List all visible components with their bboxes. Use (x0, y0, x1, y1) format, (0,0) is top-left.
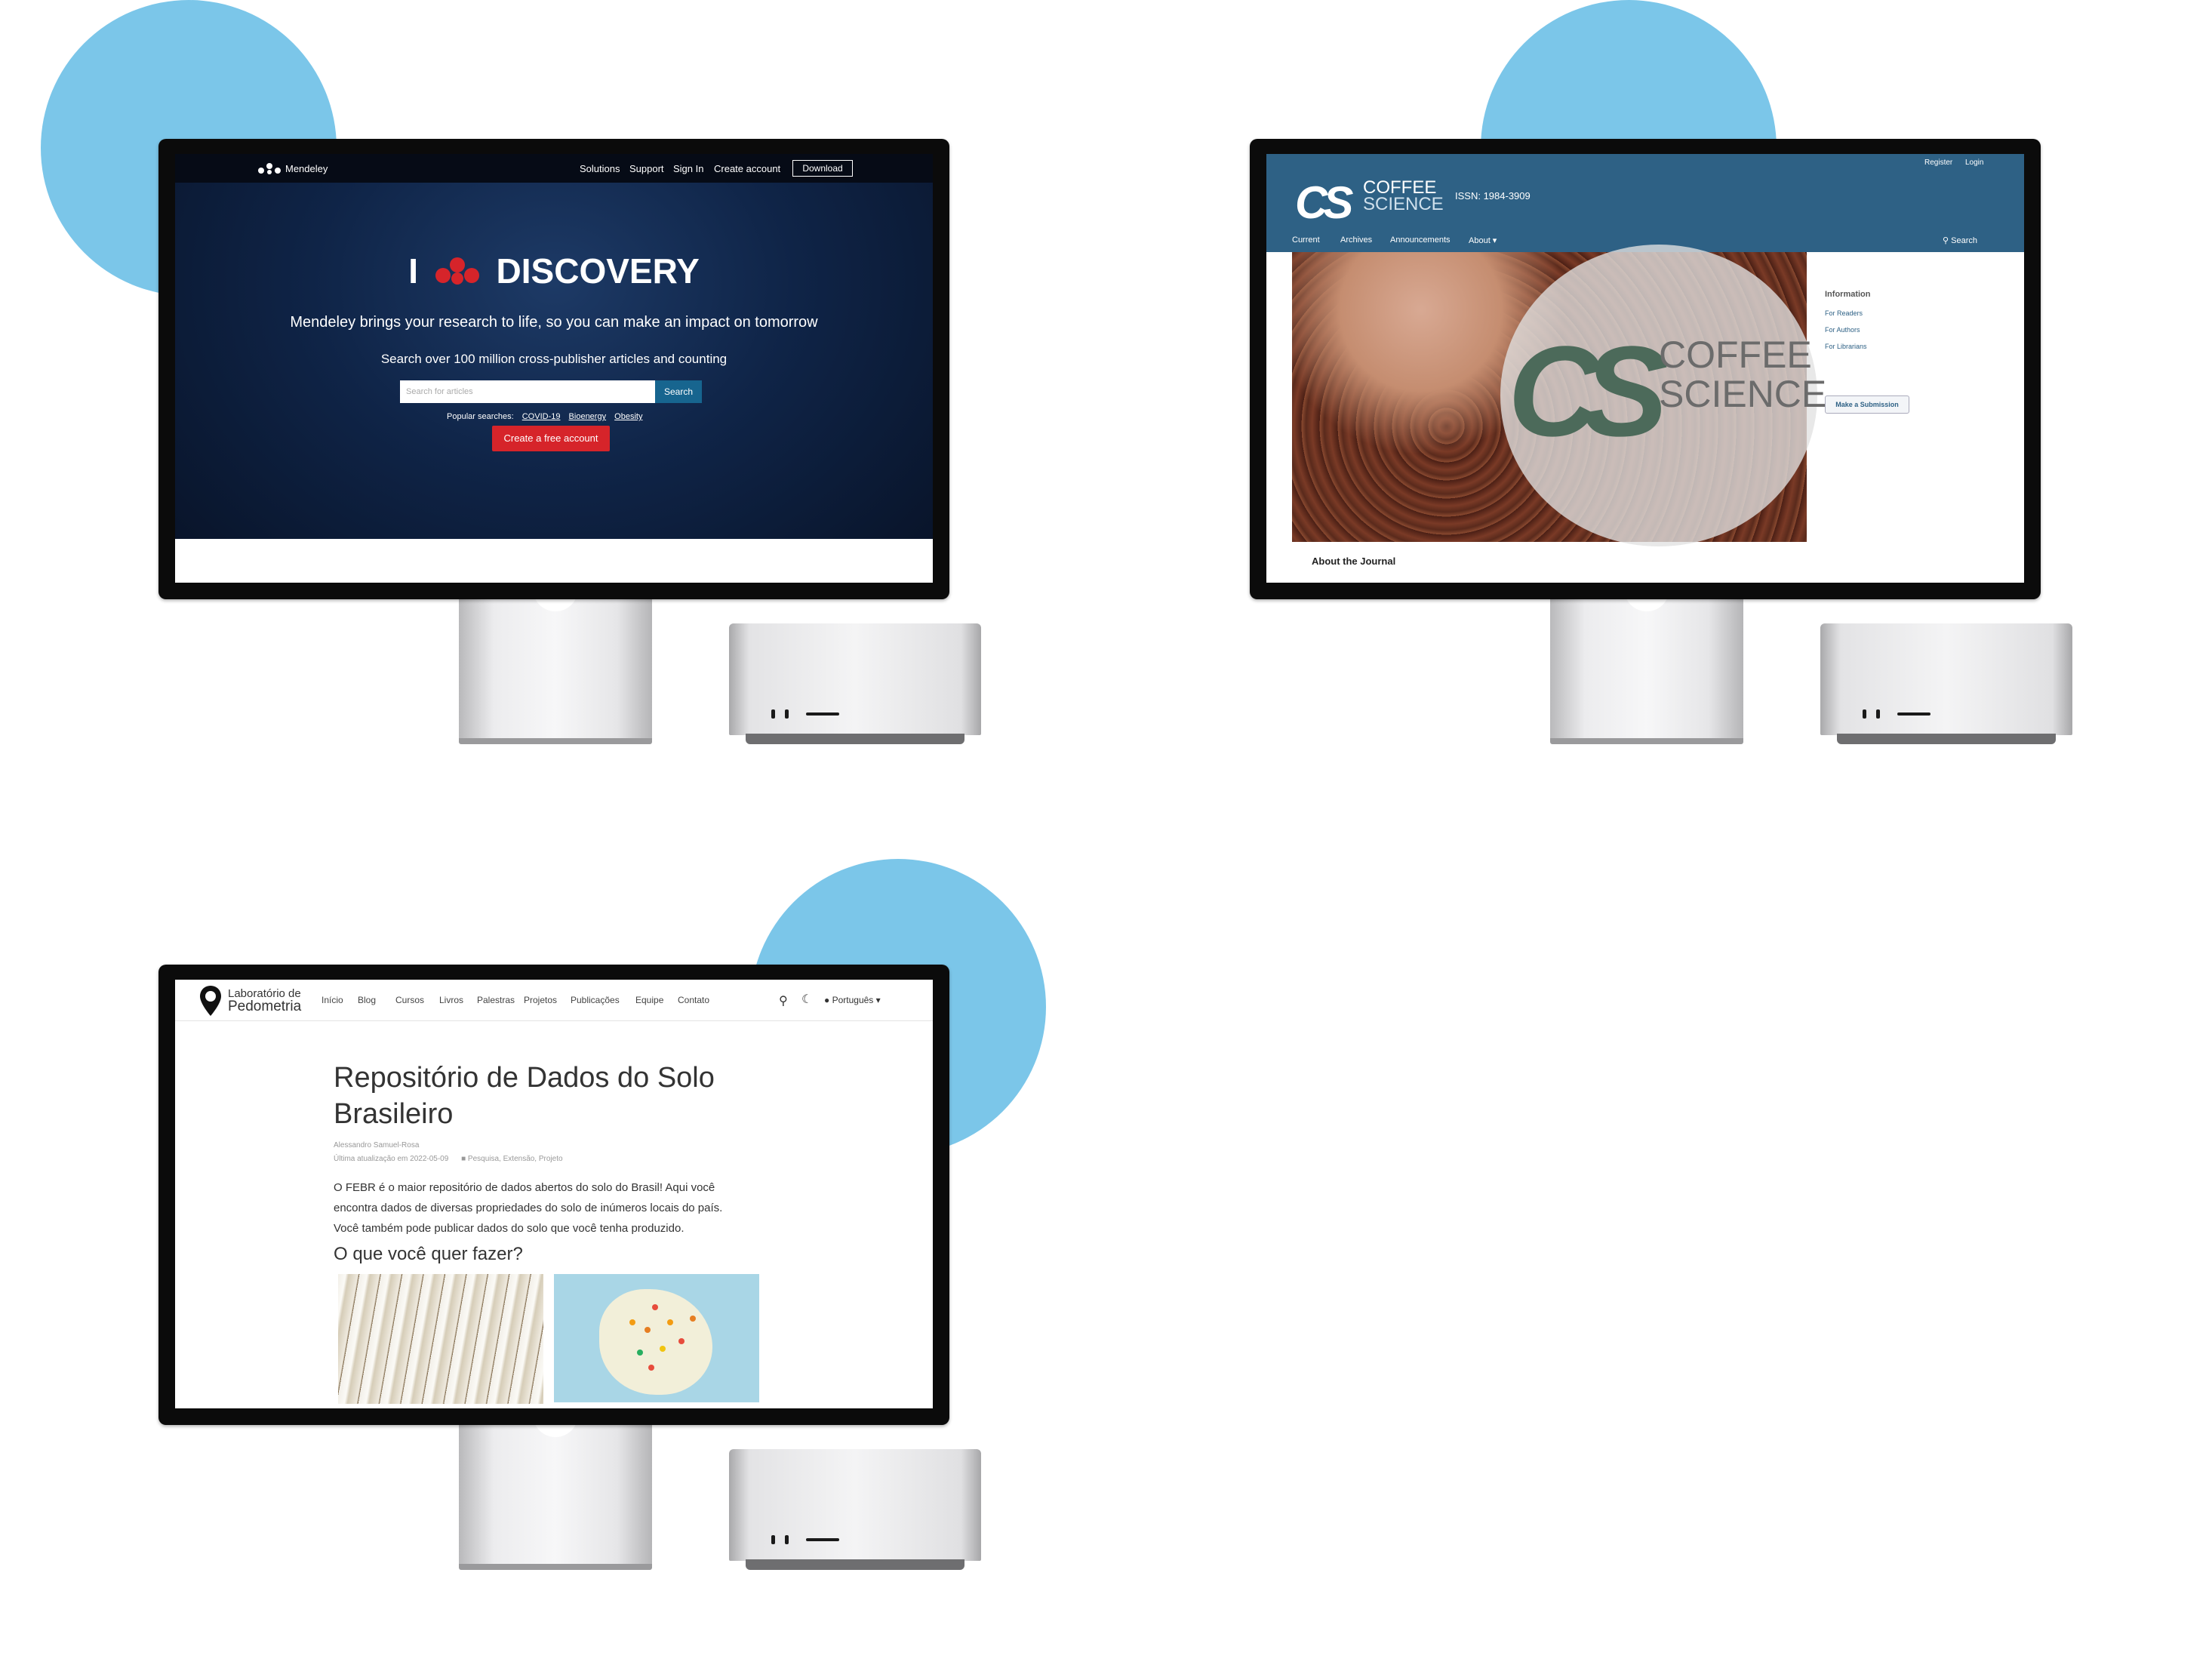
nav-create-account[interactable]: Create account (714, 163, 780, 174)
nav-contato[interactable]: Contato (678, 995, 709, 1005)
create-free-account-button[interactable]: Create a free account (492, 426, 610, 451)
post-categories[interactable]: Pesquisa, Extensão, Projeto (468, 1155, 563, 1163)
nav-sign-in[interactable]: Sign In (673, 163, 703, 174)
nav-projetos[interactable]: Projetos (524, 995, 557, 1005)
mac-studio (1820, 623, 2072, 744)
monitor-stand (459, 1414, 652, 1570)
updated-date: Última atualização em 2022-05-09 (334, 1155, 449, 1163)
sidebar-link-authors[interactable]: For Authors (1825, 326, 1871, 334)
about-journal-heading: About the Journal (1312, 556, 1396, 567)
nav-blog[interactable]: Blog (358, 995, 376, 1005)
sidebar-link-readers[interactable]: For Readers (1825, 309, 1871, 317)
mendeley-tagline: Mendeley brings your research to life, s… (290, 314, 818, 331)
dark-mode-moon-icon[interactable]: ☾ (801, 992, 812, 1007)
mac-studio (729, 1449, 981, 1570)
folder-icon: ■ (461, 1155, 466, 1163)
search-heading: Search over 100 million cross-publisher … (380, 352, 728, 366)
nav-cursos[interactable]: Cursos (395, 995, 424, 1005)
popular-link[interactable]: Bioenergy (569, 412, 607, 421)
article-search-input[interactable]: Search for articles (400, 380, 655, 403)
nav-palestras[interactable]: Palestras (477, 995, 515, 1005)
monitor-mendeley: Mendeley Solutions Support Sign In Creat… (158, 139, 949, 599)
search-icon: ⚲ (1943, 236, 1952, 245)
login-link[interactable]: Login (1965, 158, 1983, 167)
issn: ISSN: 1984-3909 (1455, 190, 1531, 202)
globe-icon: ● (824, 995, 832, 1005)
pedometria-screen: Laboratório de Pedometria Início Blog Cu… (175, 980, 933, 1408)
search-button[interactable]: Search (655, 380, 702, 403)
nav-publicacoes[interactable]: Publicações (571, 995, 620, 1005)
map-pin-logo-icon[interactable] (198, 984, 223, 1021)
mendeley-brand[interactable]: Mendeley (285, 163, 328, 174)
mendeley-screen: Mendeley Solutions Support Sign In Creat… (175, 154, 933, 583)
monitor-coffee-science: CS COFFEE SCIENCE ISSN: 1984-3909 Regist… (1250, 139, 2041, 599)
post-meta: Última atualização em 2022-05-09 ■ Pesqu… (334, 1155, 563, 1163)
search-icon[interactable]: ⚲ (779, 993, 788, 1008)
post-author[interactable]: Alessandro Samuel-Rosa (334, 1141, 419, 1149)
page-footer-strip (175, 539, 933, 583)
popular-label: Popular searches: (447, 412, 514, 421)
sidebar-link-librarians[interactable]: For Librarians (1825, 343, 1871, 350)
file-drawer-image[interactable] (338, 1274, 543, 1404)
page-title: Repositório de Dados do Solo Brasileiro (334, 1062, 715, 1130)
nav-current[interactable]: Current (1292, 235, 1320, 245)
hero-logo-coffee: COFFEE (1659, 334, 1812, 376)
hero-logo-science: SCIENCE (1659, 373, 1827, 415)
download-button[interactable]: Download (792, 160, 853, 177)
hero-title: I DISCOVERY (175, 251, 933, 291)
make-submission-button[interactable]: Make a Submission (1825, 395, 1909, 414)
nav-archives[interactable]: Archives (1340, 235, 1372, 245)
hero-word: DISCOVERY (496, 251, 700, 291)
brand-bottom: Pedometria (228, 999, 302, 1014)
nav-about[interactable]: About ▾ (1469, 235, 1497, 245)
pedometria-brand[interactable]: Laboratório de Pedometria (228, 987, 302, 1014)
popular-searches: Popular searches: COVID-19 Bioenergy Obe… (447, 412, 642, 421)
section-heading: O que você quer fazer? (334, 1244, 523, 1264)
nav-solutions[interactable]: Solutions (580, 163, 620, 174)
coffee-beans-hero: CS COFFEE SCIENCE (1292, 245, 1826, 546)
nav-inicio[interactable]: Início (321, 995, 343, 1005)
hero-logo-circle: CS COFFEE SCIENCE (1500, 245, 1826, 546)
mendeley-logo-icon[interactable] (257, 162, 282, 175)
coffee-logo[interactable]: CS COFFEE SCIENCE (1295, 177, 1444, 229)
hero-cs-logo: CS (1508, 320, 1668, 463)
brazil-map-image[interactable] (554, 1274, 759, 1402)
nav-support[interactable]: Support (629, 163, 664, 174)
language-selector[interactable]: ● Português ▾ (824, 995, 881, 1005)
nav-livros[interactable]: Livros (439, 995, 463, 1005)
coffee-screen: CS COFFEE SCIENCE ISSN: 1984-3909 Regist… (1266, 154, 2024, 583)
popular-link[interactable]: COVID-19 (522, 412, 561, 421)
post-body: O FEBR é o maior repositório de dados ab… (334, 1181, 723, 1235)
monitor-pedometria: Laboratório de Pedometria Início Blog Cu… (158, 965, 949, 1425)
nav-equipe[interactable]: Equipe (635, 995, 663, 1005)
logo-science: SCIENCE (1363, 194, 1444, 214)
search-link[interactable]: ⚲ Search (1943, 235, 1977, 245)
sidebar-title: Information (1825, 290, 1871, 299)
register-link[interactable]: Register (1924, 158, 1952, 167)
mendeley-heart-icon (435, 257, 479, 285)
cs-logo-mark: CS (1295, 177, 1353, 228)
popular-link[interactable]: Obesity (614, 412, 642, 421)
nav-announcements[interactable]: Announcements (1390, 235, 1451, 245)
information-sidebar: Information For Readers For Authors For … (1825, 290, 1871, 350)
hero-i: I (408, 251, 418, 291)
monitor-stand (459, 589, 652, 744)
monitor-stand (1550, 589, 1743, 744)
mac-studio (729, 623, 981, 744)
